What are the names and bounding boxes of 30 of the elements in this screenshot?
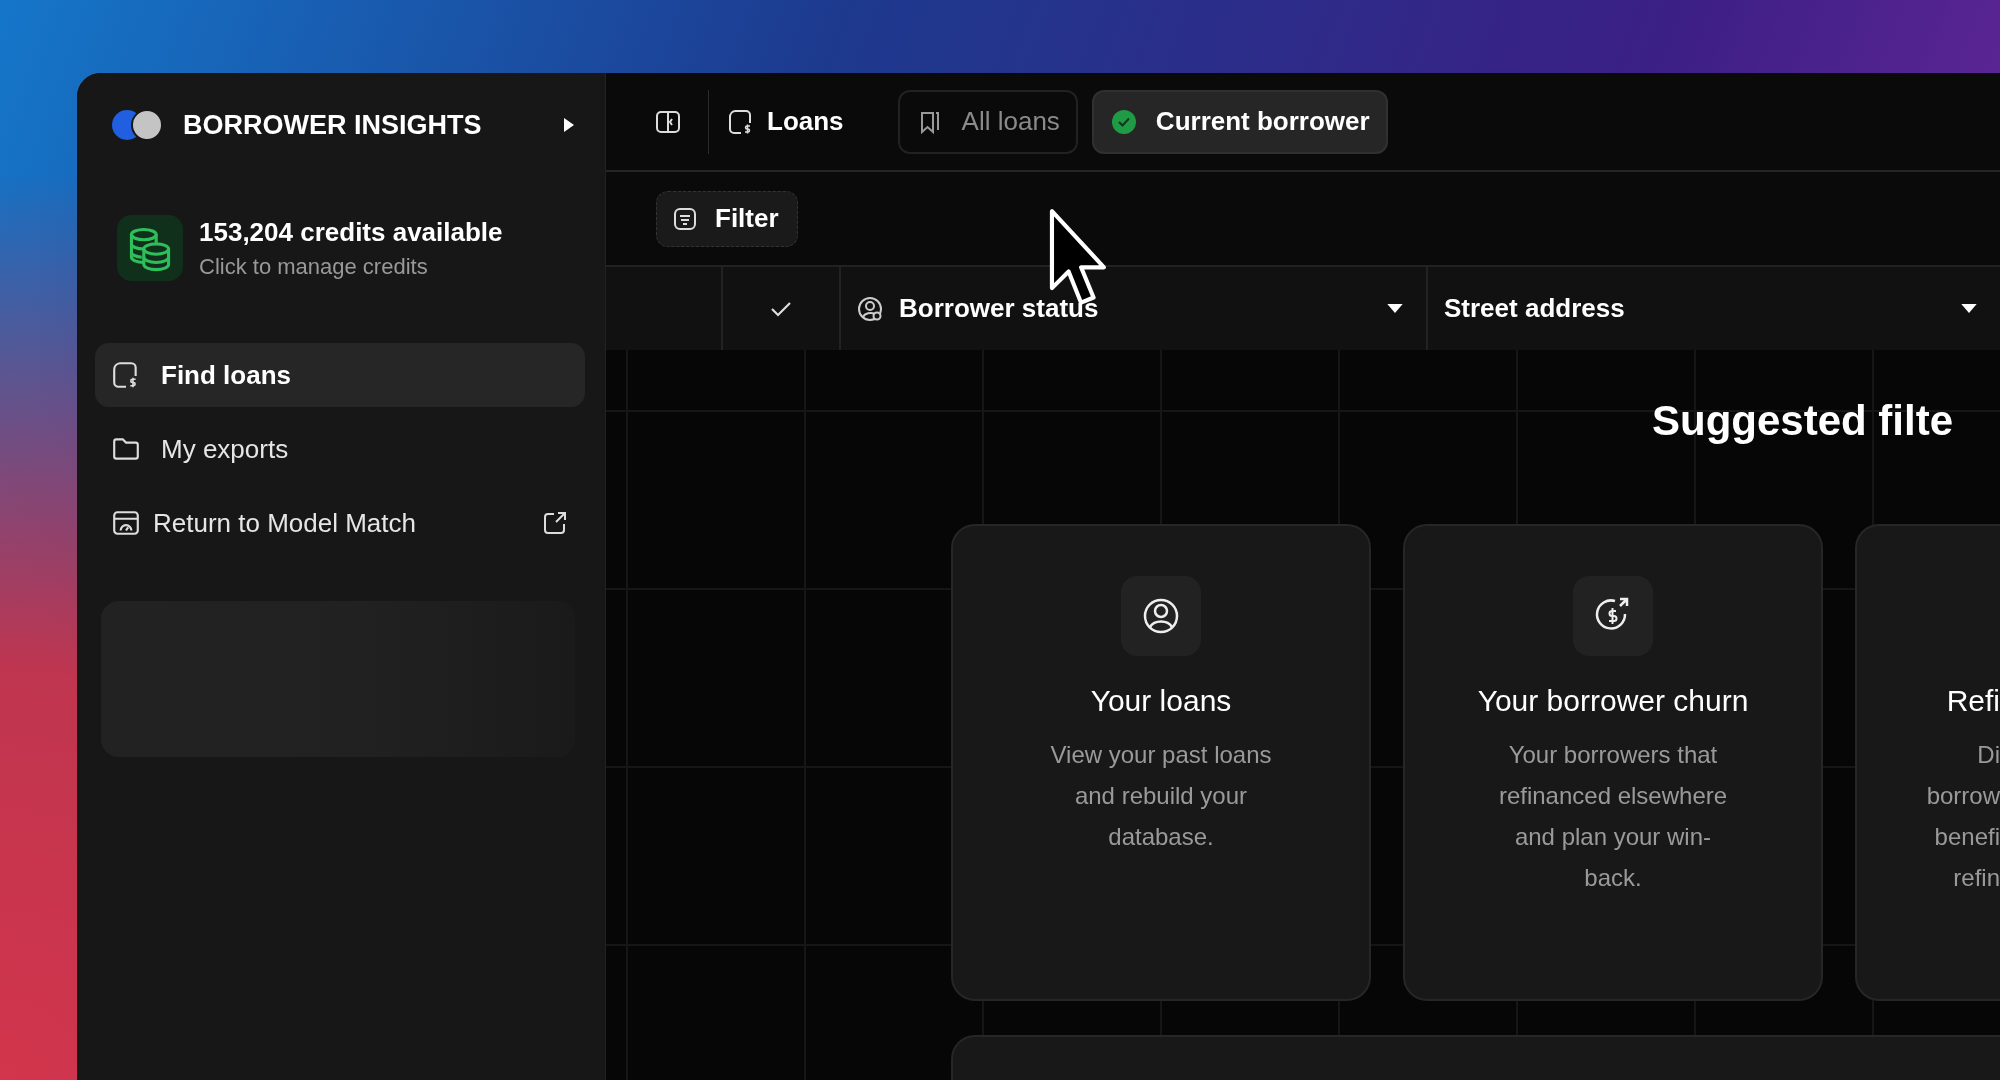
- tab[interactable]: Current borrower: [1091, 89, 1388, 154]
- card-description: Di borrow benefi refin: [1926, 740, 2000, 893]
- sidebar-item[interactable]: Return to Model Match: [95, 491, 585, 555]
- person-circle-icon: [857, 294, 885, 323]
- sidebar-item[interactable]: Find loans: [95, 343, 585, 407]
- coins-icon: [117, 215, 183, 281]
- section-title: Loans: [723, 106, 884, 137]
- check-circle-icon: [1109, 107, 1138, 136]
- tab[interactable]: All loans: [897, 89, 1078, 154]
- caret-down-icon: [1960, 303, 1978, 314]
- card-description: View your past loans and rebuild your database.: [1050, 740, 1272, 852]
- external-link-icon[interactable]: [541, 509, 569, 537]
- card-title: Refi: [1946, 684, 2000, 718]
- filter-button[interactable]: Filter: [656, 190, 798, 247]
- sidebar-item[interactable]: My exports: [95, 417, 585, 481]
- suggestion-card[interactable]: Refi Di borrow benefi refin: [1855, 524, 2000, 1001]
- expand-arrow-icon[interactable]: [563, 117, 575, 133]
- card-description: Your borrowers that refinanced elsewhere and plan your win- back.: [1498, 740, 1728, 893]
- caret-down-icon: [1386, 303, 1404, 314]
- suggestion-card[interactable]: Your borrower churn Your borrowers that refinanced elsewhere and plan your win- back.: [1403, 524, 1823, 1001]
- app-title: BORROWER INSIGHTS: [183, 109, 483, 141]
- gauge-window-icon: [111, 508, 141, 538]
- manage-credits-hint: Click to manage credits: [199, 253, 429, 280]
- dollar-refresh-icon: [1573, 576, 1653, 656]
- card-title: Your loans: [1090, 684, 1232, 718]
- section-heading: Suggested filte: [1652, 396, 1955, 446]
- card-title: Your borrower churn: [1477, 684, 1749, 718]
- column-header[interactable]: Street address: [1428, 267, 2000, 350]
- credits-count[interactable]: 153,204 credits available: [199, 216, 503, 248]
- suggestion-card[interactable]: Your loans View your past loans and rebuild your database.: [951, 524, 1371, 1001]
